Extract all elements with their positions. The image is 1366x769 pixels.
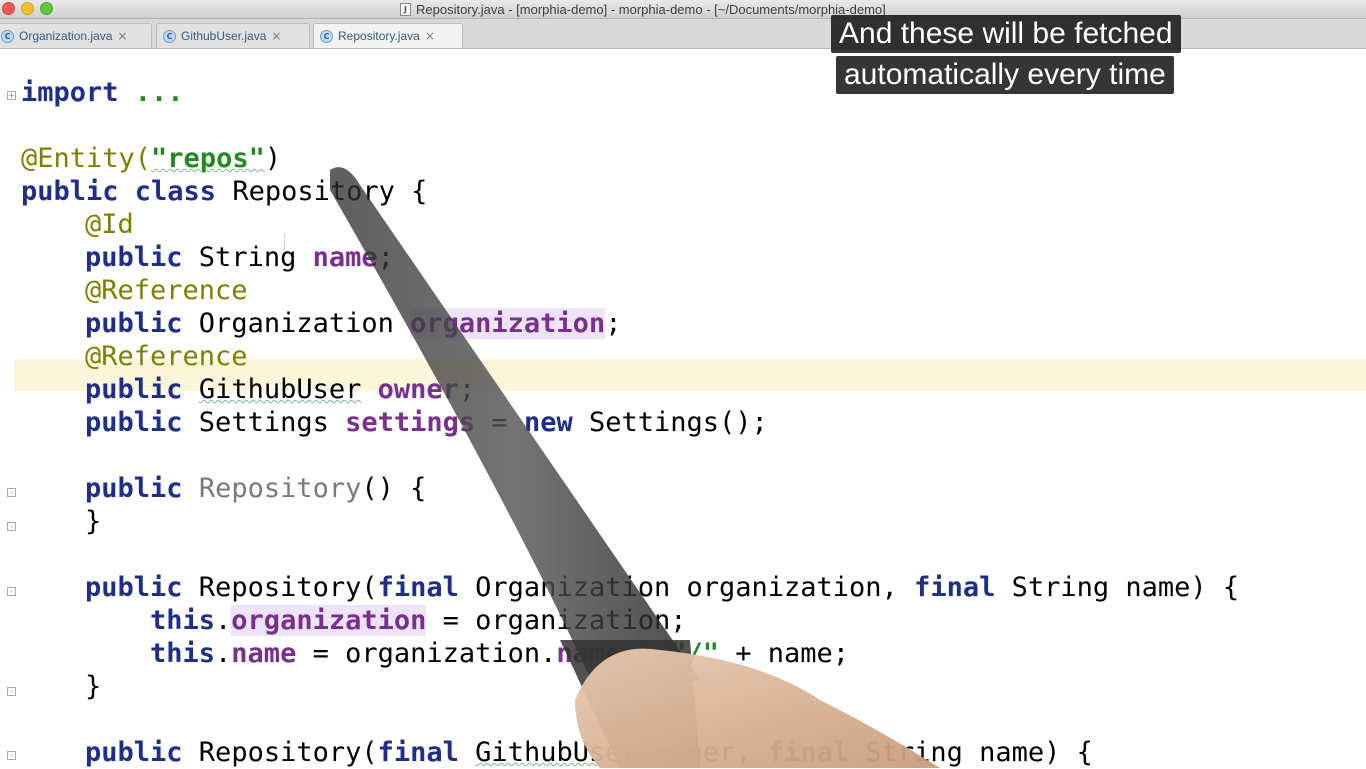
tab-organization-java[interactable]: C Organization.java × bbox=[0, 23, 152, 48]
fold-collapse-icon[interactable]: - bbox=[7, 488, 16, 497]
window-minimize-button[interactable] bbox=[21, 2, 34, 15]
window-title: J Repository.java - [morphia-demo] - mor… bbox=[400, 0, 886, 18]
fold-end-icon[interactable]: - bbox=[7, 522, 16, 531]
code-editor[interactable]: + - - - - - import ... @Entity("repos") … bbox=[0, 50, 1366, 768]
code-line-closing-brace: } bbox=[85, 506, 102, 537]
code-line-id: @Id bbox=[85, 209, 134, 240]
subtitle-caption-line-2: automatically every time bbox=[836, 56, 1174, 94]
code-line-reference: @Reference bbox=[85, 341, 248, 372]
fold-collapse-icon[interactable]: - bbox=[7, 751, 16, 760]
window-title-text: Repository.java - [morphia-demo] - morph… bbox=[416, 1, 886, 17]
code-line-import: import ... bbox=[21, 77, 184, 108]
tab-label: Organization.java bbox=[19, 29, 113, 43]
code-line-name-field: public String name; bbox=[85, 242, 394, 273]
java-class-icon: C bbox=[320, 29, 333, 43]
tab-label: GithubUser.java bbox=[181, 29, 267, 43]
fold-collapse-icon[interactable]: - bbox=[7, 587, 16, 596]
java-class-icon: C bbox=[163, 29, 176, 43]
code-line-entity: @Entity("repos") bbox=[21, 143, 282, 174]
text-cursor-icon bbox=[284, 233, 285, 251]
code-line-constructor-owner: public Repository(final GithubUser owner… bbox=[85, 737, 1093, 768]
tab-label: Repository.java bbox=[338, 29, 420, 43]
java-file-icon: J bbox=[400, 2, 411, 16]
code-line-organization-field: public Organization organization; bbox=[85, 308, 622, 339]
close-icon[interactable]: × bbox=[425, 29, 435, 43]
code-line-assign-organization: this.organization = organization; bbox=[150, 605, 687, 636]
tab-repository-java[interactable]: C Repository.java × bbox=[313, 23, 463, 48]
code-line-default-constructor: public Repository() { bbox=[85, 473, 427, 504]
window-zoom-button[interactable] bbox=[40, 2, 53, 15]
subtitle-caption-line-1: And these will be fetched bbox=[831, 15, 1181, 53]
code-line-closing-brace: } bbox=[85, 671, 102, 702]
code-line-reference: @Reference bbox=[85, 275, 248, 306]
close-icon[interactable]: × bbox=[117, 29, 127, 43]
code-line-class: public class Repository { bbox=[21, 176, 428, 207]
code-line-owner-field: public GithubUser owner; bbox=[85, 374, 476, 405]
code-line-settings-field: public Settings settings = new Settings(… bbox=[85, 407, 768, 438]
code-line-assign-name: this.name = organization.name + "/" + na… bbox=[150, 638, 850, 669]
window-close-button[interactable] bbox=[2, 2, 15, 15]
close-icon[interactable]: × bbox=[271, 29, 281, 43]
java-class-icon: C bbox=[1, 29, 14, 43]
fold-expand-icon[interactable]: + bbox=[7, 91, 16, 100]
tab-githubuser-java[interactable]: C GithubUser.java × bbox=[156, 23, 310, 48]
code-line-constructor-organization: public Repository(final Organization org… bbox=[85, 572, 1240, 603]
fold-end-icon[interactable]: - bbox=[7, 687, 16, 696]
